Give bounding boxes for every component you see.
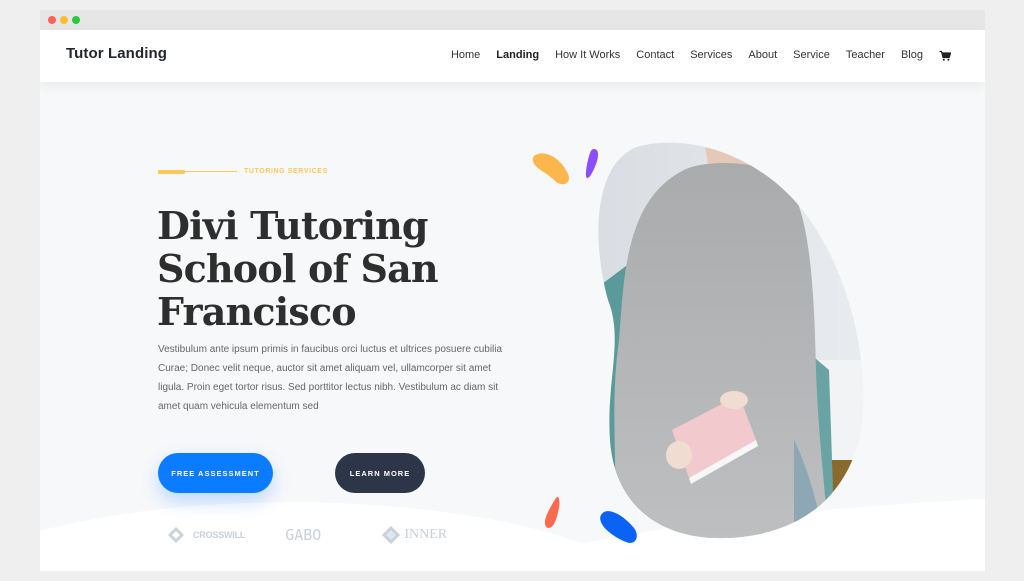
minimize-window-button[interactable]: [60, 16, 68, 24]
hero-description: Vestibulum ante ipsum primis in faucibus…: [158, 344, 503, 412]
nav-item-services[interactable]: Services: [690, 49, 732, 61]
nav-item-landing[interactable]: Landing: [496, 49, 539, 61]
client-logo-gabo: GABO: [285, 526, 322, 544]
eyebrow-accent-bar: [158, 169, 185, 174]
inner-logo-icon: [382, 526, 401, 544]
blob-photo: [598, 142, 864, 539]
nav-item-teacher[interactable]: Teacher: [846, 49, 885, 61]
nav-item-home[interactable]: Home: [451, 49, 480, 61]
nav-item-about[interactable]: About: [748, 49, 777, 61]
eyebrow: TUTORING SERVICES: [158, 168, 328, 175]
hero-title: Divi Tutoring School of San Francisco: [157, 203, 439, 334]
close-window-button[interactable]: [48, 16, 56, 24]
eyebrow-text: TUTORING SERVICES: [244, 168, 328, 175]
learn-more-button[interactable]: LEARN MORE: [335, 453, 425, 493]
nav-item-service[interactable]: Service: [793, 49, 830, 61]
eyebrow-line: [185, 171, 237, 172]
nav-item-blog[interactable]: Blog: [901, 49, 923, 61]
client-logos: CROSSWILL GABO INNER: [168, 525, 447, 545]
title-bar: [40, 10, 985, 30]
free-assessment-button[interactable]: FREE ASSESSMENT: [158, 453, 273, 493]
site-header: Tutor Landing Home Landing How It Works …: [40, 30, 985, 82]
client-logo-crosswill: CROSSWILL: [168, 527, 245, 543]
yellow-splat-decoration: [532, 153, 569, 185]
browser-window: Tutor Landing Home Landing How It Works …: [40, 10, 985, 571]
nav-item-how-it-works[interactable]: How It Works: [555, 49, 620, 61]
crosswill-logo-icon: [168, 527, 184, 543]
maximize-window-button[interactable]: [72, 16, 80, 24]
shopping-cart-icon[interactable]: [939, 49, 952, 61]
hero-section: TUTORING SERVICES Divi Tutoring School o…: [40, 82, 985, 571]
site-logo[interactable]: Tutor Landing: [66, 45, 167, 62]
main-nav: Home Landing How It Works Contact Servic…: [451, 49, 952, 61]
client-logo-inner: INNER: [381, 525, 447, 545]
hero-image: [598, 142, 864, 539]
nav-item-contact[interactable]: Contact: [636, 49, 674, 61]
orange-splat-decoration: [544, 496, 560, 528]
